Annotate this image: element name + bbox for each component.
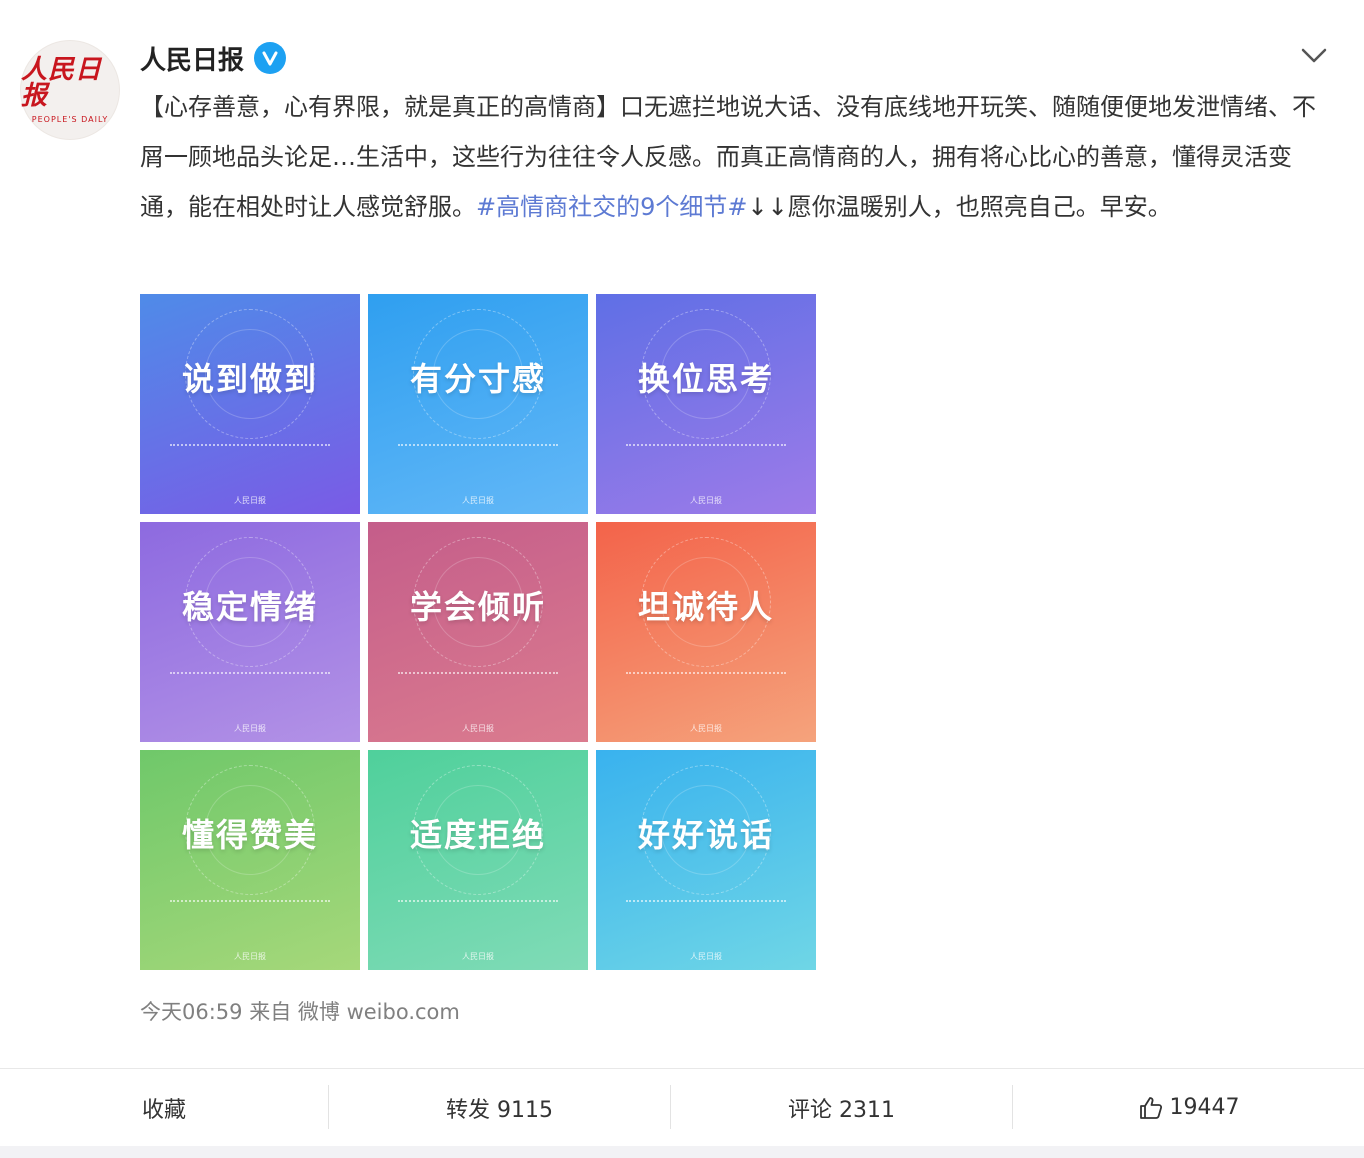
tile-subtitle-line <box>170 672 330 678</box>
favorite-label: 收藏 <box>141 1097 186 1123</box>
tile-subtitle-line <box>170 444 330 450</box>
image-tile[interactable]: 有分寸感 人民日报 <box>368 294 588 514</box>
tile-title: 稳定情绪 <box>181 588 318 626</box>
post-source[interactable]: 微博 weibo.com <box>298 1000 460 1024</box>
tile-subtitle-line <box>398 672 558 678</box>
tile-brand: 人民日报 <box>234 724 266 733</box>
repost-label: 转发 9115 <box>446 1097 553 1123</box>
tile-title: 换位思考 <box>637 360 774 398</box>
tile-brand: 人民日报 <box>690 496 722 505</box>
tile-subtitle-line <box>398 444 558 450</box>
tile-brand: 人民日报 <box>462 724 494 733</box>
username-row: 人民日报 <box>140 38 287 78</box>
avatar-logo-text: 人民日报 <box>21 54 103 111</box>
username[interactable]: 人民日报 <box>140 40 244 77</box>
action-bar: 收藏 转发 9115 评论 2311 19447 <box>0 1069 1364 1146</box>
tile-title: 好好说话 <box>637 816 774 854</box>
favorite-button[interactable]: 收藏 <box>0 1069 328 1146</box>
image-tile[interactable]: 换位思考 人民日报 <box>596 294 816 514</box>
tile-title: 坦诚待人 <box>637 588 774 626</box>
thumbs-up-icon <box>1139 1096 1162 1119</box>
tile-brand: 人民日报 <box>234 952 266 961</box>
like-count: 19447 <box>1169 1095 1240 1120</box>
comment-label: 评论 2311 <box>788 1097 895 1123</box>
image-tile[interactable]: 说到做到 人民日报 <box>140 294 360 514</box>
avatar[interactable]: 人民日报 PEOPLE'S DAILY <box>20 40 120 140</box>
image-tile[interactable]: 学会倾听 人民日报 <box>368 522 588 742</box>
repost-button[interactable]: 转发 9115 <box>329 1069 670 1146</box>
post-text: 【心存善意，心有界限，就是真正的高情商】口无遮拦地说大话、没有底线地开玩笑、随随… <box>140 82 1320 232</box>
avatar-logo-subtitle: PEOPLE'S DAILY <box>31 114 109 124</box>
verified-icon <box>254 42 287 74</box>
tile-title: 适度拒绝 <box>409 816 546 854</box>
image-grid: 说到做到 人民日报 有分寸感 人民日报 换位思考 人民日报 稳定情绪 人民日报 学会倾听 人民日报… <box>140 294 816 970</box>
tile-subtitle-line <box>626 900 786 906</box>
tile-subtitle-line <box>626 444 786 450</box>
post-time[interactable]: 今天06:59 <box>140 1000 243 1024</box>
comment-button[interactable]: 评论 2311 <box>671 1069 1012 1146</box>
post-meta: 今天06:59 来自 微博 weibo.com <box>140 996 460 1026</box>
image-tile[interactable]: 稳定情绪 人民日报 <box>140 522 360 742</box>
like-button[interactable]: 19447 <box>1013 1069 1364 1146</box>
tile-brand: 人民日报 <box>462 496 494 505</box>
bottom-bar <box>0 1146 1364 1158</box>
image-tile[interactable]: 懂得赞美 人民日报 <box>140 750 360 970</box>
tile-title: 有分寸感 <box>409 360 546 398</box>
tile-title: 说到做到 <box>181 360 318 398</box>
weibo-post-card: 人民日报 PEOPLE'S DAILY 人民日报 【心存善意，心有界限，就是真正… <box>0 0 1364 1158</box>
chevron-down-icon[interactable] <box>1300 46 1328 66</box>
tile-brand: 人民日报 <box>234 496 266 505</box>
tile-subtitle-line <box>626 672 786 678</box>
tile-subtitle-line <box>398 900 558 906</box>
image-tile[interactable]: 适度拒绝 人民日报 <box>368 750 588 970</box>
image-tile[interactable]: 好好说话 人民日报 <box>596 750 816 970</box>
tile-title: 懂得赞美 <box>181 816 318 854</box>
post-text-ending: ↓↓愿你温暖别人，也照亮自己。早安。 <box>747 193 1172 221</box>
tile-brand: 人民日报 <box>462 952 494 961</box>
topic-link[interactable]: #高情商社交的9个细节# <box>476 193 748 221</box>
tile-title: 学会倾听 <box>409 588 546 626</box>
image-tile[interactable]: 坦诚待人 人民日报 <box>596 522 816 742</box>
tile-brand: 人民日报 <box>690 952 722 961</box>
tile-subtitle-line <box>170 900 330 906</box>
post-from-label: 来自 <box>249 1000 292 1024</box>
tile-brand: 人民日报 <box>690 724 722 733</box>
